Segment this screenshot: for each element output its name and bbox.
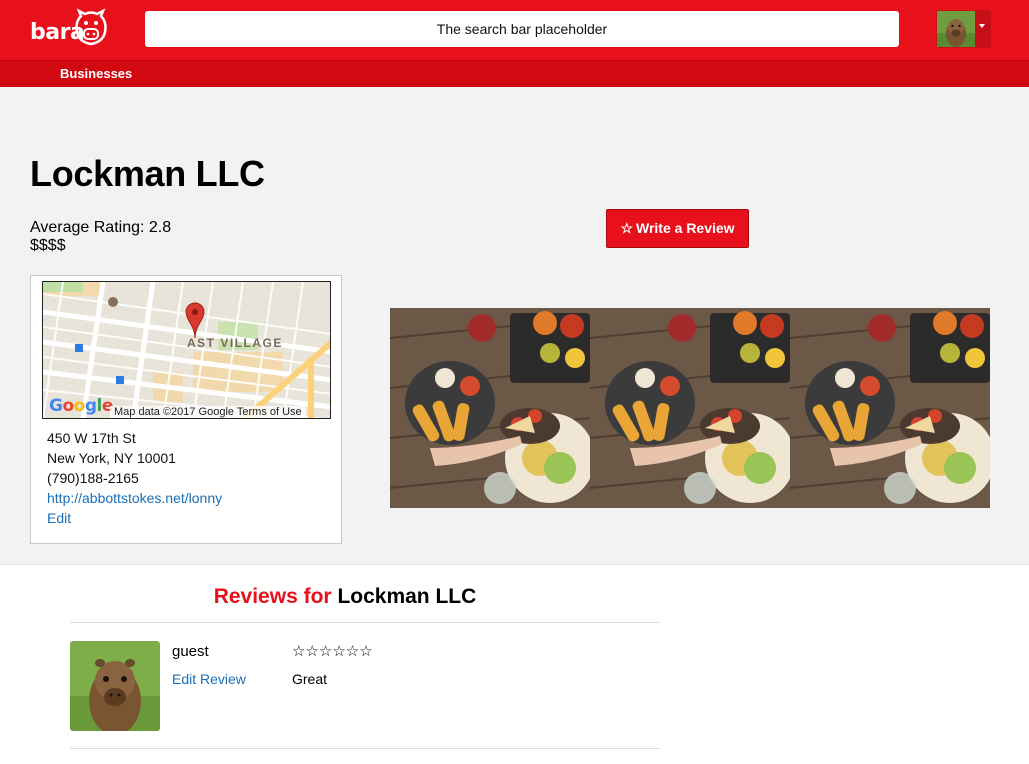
edit-business-link[interactable]: Edit <box>47 510 71 526</box>
photo-gallery <box>390 308 990 508</box>
user-menu-button[interactable] <box>936 10 991 48</box>
location-map[interactable]: AST VILLAGE Google Map data ©2017 Google… <box>42 281 331 419</box>
reviews-heading-business: Lockman LLC <box>337 585 477 608</box>
map-credit[interactable]: Map data ©2017 Google Terms of Use <box>110 406 306 418</box>
nav-link-businesses[interactable]: Businesses <box>60 66 132 81</box>
star-icon: ☆ <box>620 220 633 236</box>
reviewer-avatar[interactable] <box>70 641 160 731</box>
edit-review-link[interactable]: Edit Review <box>172 671 246 687</box>
phone-number: (790)188-2165 <box>47 470 139 486</box>
average-rating: Average Rating: 2.8 <box>30 219 172 236</box>
price-level: $$$$ <box>30 237 66 254</box>
user-avatar[interactable] <box>937 11 975 47</box>
review-text: Great <box>292 671 328 687</box>
business-photo[interactable] <box>390 308 590 508</box>
capybara-logo-icon <box>75 8 107 46</box>
business-banner: Lockman LLC Average Rating: 2.8 $$$$ ☆ Wr… <box>0 87 1029 565</box>
chevron-down-icon <box>979 24 985 28</box>
map-neighborhood-label: AST VILLAGE <box>187 336 283 350</box>
reviews-heading-prefix: Reviews for <box>213 585 332 608</box>
write-review-button[interactable]: ☆ Write a Review <box>606 209 749 248</box>
bara-logo[interactable]: bara <box>30 8 110 50</box>
reviews-heading: Reviews for Lockman LLC <box>0 585 690 609</box>
review-stars: ☆☆☆☆☆☆ <box>292 643 373 660</box>
google-logo: Google <box>49 396 113 416</box>
search-input[interactable] <box>145 11 899 47</box>
business-name: Lockman LLC <box>30 153 265 194</box>
business-photo[interactable] <box>590 308 790 508</box>
website-link[interactable]: http://abbottstokes.net/lonny <box>47 490 222 506</box>
business-photo[interactable] <box>790 308 990 508</box>
reviewer-name: guest <box>172 643 209 660</box>
divider <box>70 748 660 749</box>
address-line-2: New York, NY 10001 <box>47 450 176 466</box>
business-info-card: AST VILLAGE Google Map data ©2017 Google… <box>30 275 342 544</box>
write-review-label: Write a Review <box>636 220 735 236</box>
sub-navbar: Businesses <box>0 60 1029 87</box>
address-line-1: 450 W 17th St <box>47 430 136 446</box>
divider <box>70 622 660 623</box>
top-navbar: bara <box>0 0 1029 60</box>
